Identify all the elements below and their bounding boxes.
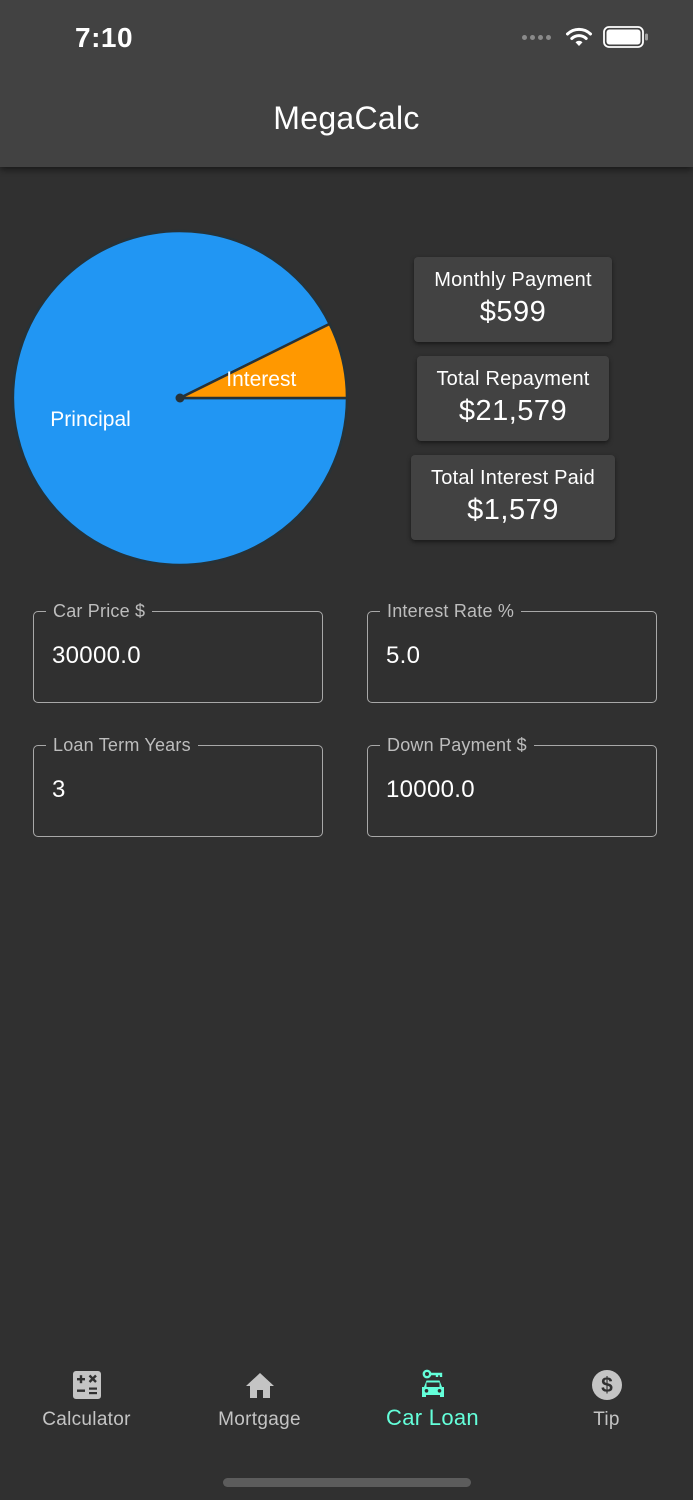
monthly-payment-label: Monthly Payment <box>434 269 592 291</box>
battery-icon <box>603 26 648 48</box>
home-indicator <box>223 1478 471 1487</box>
home-icon <box>245 1373 274 1398</box>
nav-item-tip[interactable]: $ Tip <box>520 1369 693 1431</box>
status-indicators <box>522 26 649 48</box>
pie-label-principal: Principal <box>50 408 131 431</box>
car-price-label: Car Price $ <box>46 599 153 623</box>
calculator-icon <box>72 1371 101 1399</box>
down-payment-field[interactable]: Down Payment $ 10000.0 <box>367 733 657 837</box>
nav-label-tip: Tip <box>593 1409 620 1430</box>
loan-term-field[interactable]: Loan Term Years 3 <box>33 733 323 837</box>
loan-term-input[interactable]: 3 <box>52 776 66 804</box>
total-repayment-card: Total Repayment $21,579 <box>417 356 609 441</box>
total-repayment-label: Total Repayment <box>436 368 590 390</box>
nav-label-car-loan: Car Loan <box>386 1405 479 1430</box>
nav-item-mortgage[interactable]: Mortgage <box>173 1369 346 1431</box>
car-price-field[interactable]: Car Price $ 30000.0 <box>33 599 323 703</box>
interest-rate-input[interactable]: 5.0 <box>386 642 420 670</box>
status-time: 7:10 <box>75 22 134 53</box>
total-repayment-value: $21,579 <box>458 395 568 427</box>
nav-label-mortgage: Mortgage <box>218 1409 301 1430</box>
nav-item-calculator[interactable]: Calculator <box>0 1369 173 1431</box>
down-payment-input[interactable]: 10000.0 <box>386 776 475 804</box>
down-payment-label: Down Payment $ <box>380 733 534 757</box>
monthly-payment-value: $599 <box>479 296 547 328</box>
car-key-icon <box>421 1369 444 1397</box>
loan-breakdown-chart: Principal Interest <box>10 228 350 568</box>
nav-label-calculator: Calculator <box>42 1409 131 1430</box>
pie-center-dot <box>175 393 185 403</box>
wifi-icon <box>566 27 592 46</box>
pie-chart-svg: Principal Interest <box>11 229 349 567</box>
app-bar: 7:10 MegaCalc <box>0 0 693 167</box>
dollar-icon: $ <box>591 1370 622 1400</box>
total-interest-value: $1,579 <box>467 494 559 526</box>
bottom-navigation: Calculator Mortgage Car Loan $ Tip <box>0 1345 693 1500</box>
svg-text:$: $ <box>601 1374 613 1397</box>
nav-item-car-loan[interactable]: Car Loan <box>346 1369 519 1431</box>
interest-rate-label: Interest Rate % <box>380 599 522 623</box>
car-price-input[interactable]: 30000.0 <box>52 642 141 670</box>
cellular-signal-icon <box>522 34 551 40</box>
loan-term-label: Loan Term Years <box>46 733 198 757</box>
total-interest-card: Total Interest Paid $1,579 <box>411 455 615 540</box>
total-interest-label: Total Interest Paid <box>431 467 595 489</box>
interest-rate-field[interactable]: Interest Rate % 5.0 <box>367 599 657 703</box>
pie-label-interest: Interest <box>226 368 296 391</box>
page-title: MegaCalc <box>273 100 420 136</box>
monthly-payment-card: Monthly Payment $599 <box>414 257 612 342</box>
